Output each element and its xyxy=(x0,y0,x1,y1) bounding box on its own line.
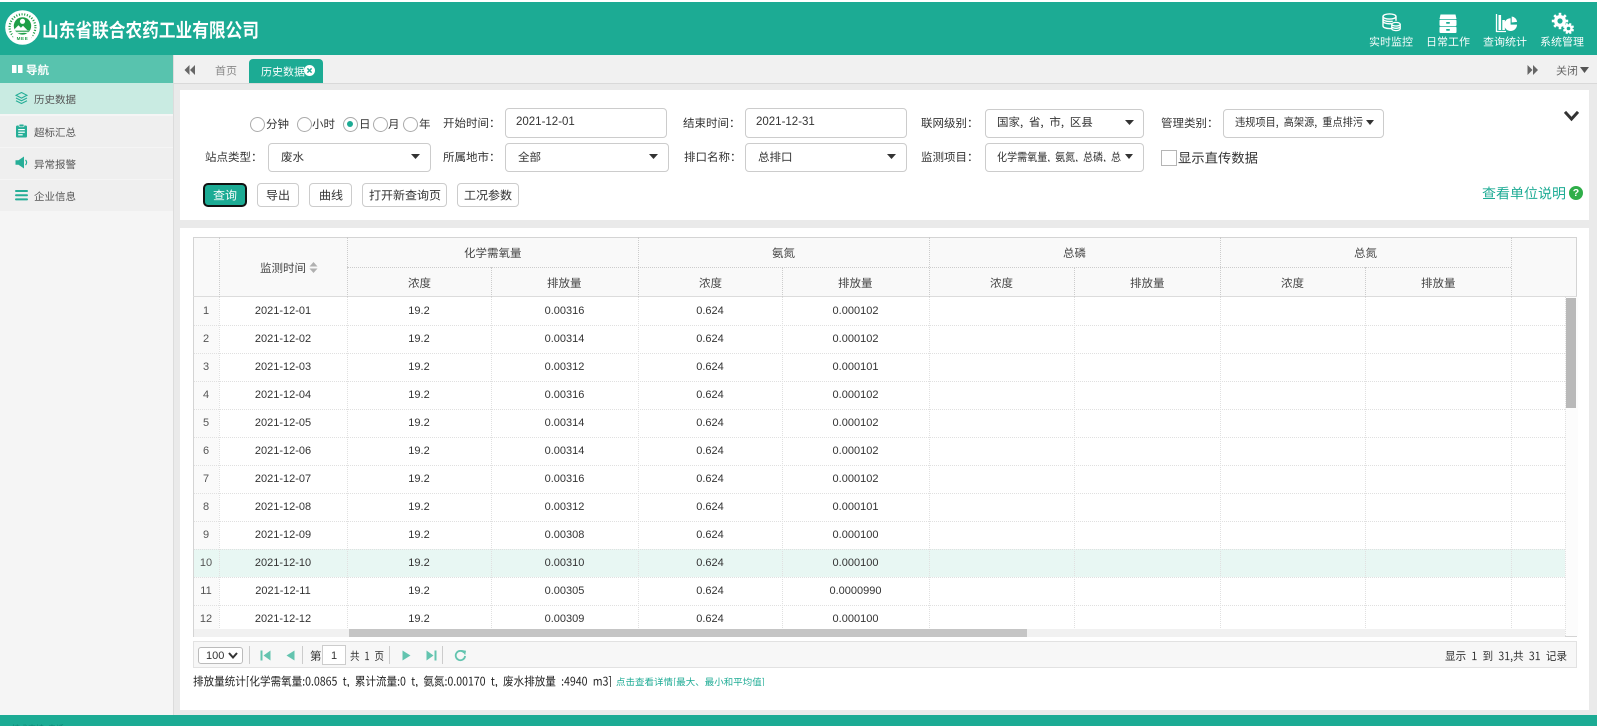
svg-text:MEE: MEE xyxy=(17,36,29,41)
